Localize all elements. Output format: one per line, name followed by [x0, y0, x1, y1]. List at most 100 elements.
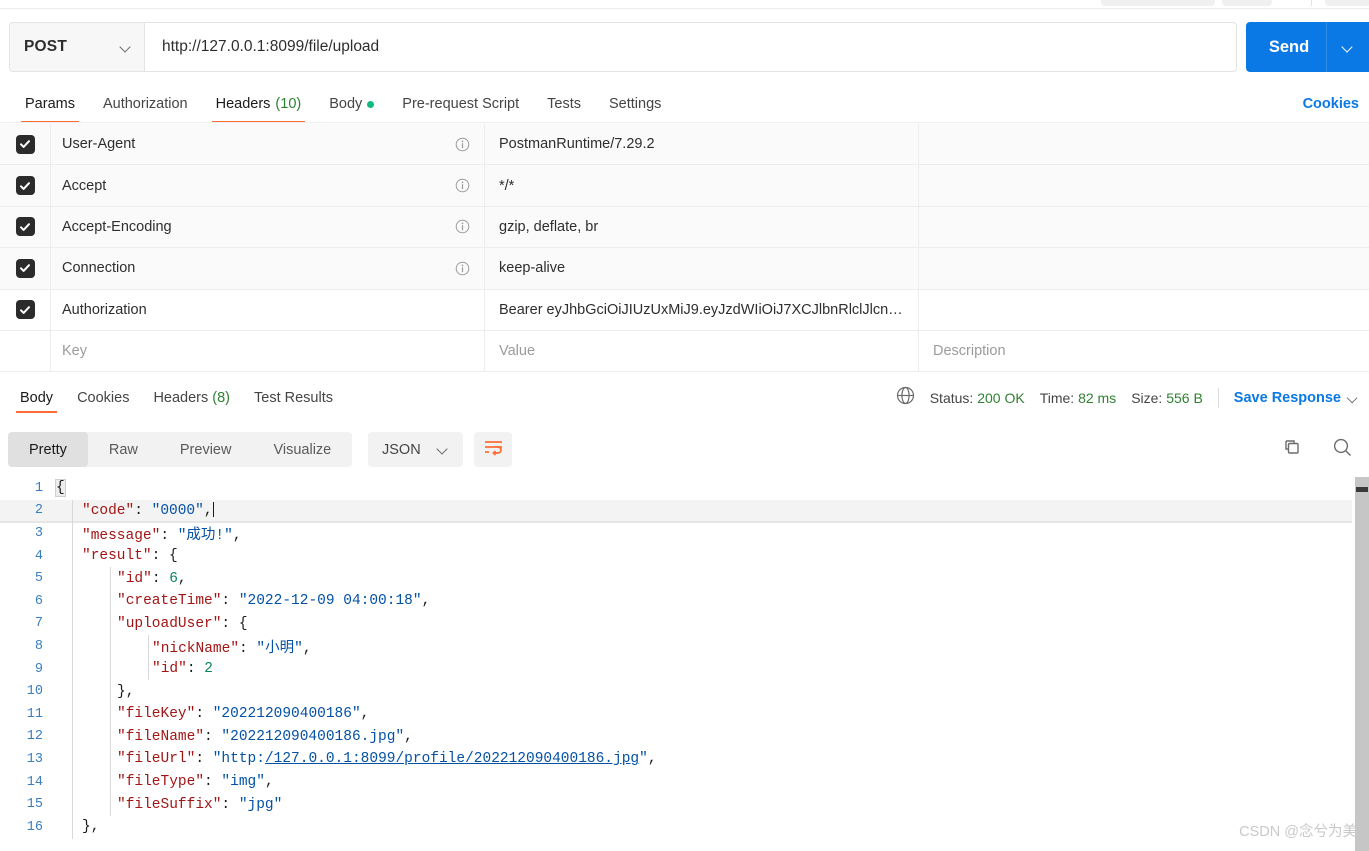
header-key-cell[interactable]: Accept [51, 165, 485, 206]
header-value-cell[interactable]: Bearer eyJhbGciOiJIUzUxMiJ9.eyJzdWIiOiJ7… [485, 289, 919, 330]
tab-pre-request-script[interactable]: Pre-request Script [388, 85, 533, 123]
code-line[interactable]: 8 "nickName": "小明", [0, 635, 1352, 658]
response-tab-cookies[interactable]: Cookies [65, 378, 141, 418]
tab-tests[interactable]: Tests [533, 85, 595, 123]
header-value-cell[interactable]: */* [485, 165, 919, 206]
response-tab-body[interactable]: Body [8, 378, 65, 418]
code-line[interactable]: 16 }, [0, 815, 1352, 839]
new-key-input[interactable]: Key [51, 330, 485, 372]
header-value-cell[interactable]: PostmanRuntime/7.29.2 [485, 124, 919, 165]
code-text: "createTime": "2022-12-09 04:00:18", [117, 593, 431, 610]
response-tab-headers[interactable]: Headers (8) [141, 378, 242, 418]
header-description-cell[interactable] [919, 248, 1369, 288]
code-line[interactable]: 15 "fileSuffix": "jpg" [0, 793, 1352, 816]
code-line[interactable]: 3 "message": "成功!", [0, 522, 1352, 545]
copy-icon[interactable] [1281, 437, 1302, 463]
table-row[interactable]: Accept */* [0, 165, 1369, 207]
info-icon[interactable] [455, 178, 470, 193]
code-token: "img" [221, 774, 265, 791]
request-tabs: Params Authorization Headers (10) Body P… [11, 85, 675, 123]
tab-count: (10) [275, 96, 302, 112]
code-line[interactable]: 2 "code": "0000", [0, 499, 1352, 523]
header-key-cell[interactable]: Authorization [51, 289, 485, 330]
key-placeholder: Key [62, 343, 87, 360]
view-mode-raw[interactable]: Raw [88, 432, 159, 467]
send-button-group[interactable]: Send [1246, 22, 1369, 72]
checkbox-checked-icon[interactable] [15, 134, 35, 154]
code-line[interactable]: 7 "uploadUser": { [0, 612, 1352, 636]
tab-params[interactable]: Params [11, 85, 89, 123]
send-button[interactable]: Send [1246, 38, 1326, 57]
response-tab-test-results[interactable]: Test Results [242, 378, 345, 418]
code-line[interactable]: 5 "id": 6, [0, 567, 1352, 590]
table-row[interactable]: Accept-Encoding gzip, deflate, br [0, 206, 1369, 249]
view-mode-label: Visualize [273, 441, 332, 458]
tab-settings[interactable]: Settings [595, 85, 675, 123]
status-badge: Status: 200 OK [930, 390, 1025, 406]
code-line[interactable]: 9 "id": 2 [0, 657, 1352, 681]
code-line[interactable]: 12 "fileName": "202212090400186.jpg", [0, 725, 1352, 749]
view-mode-visualize[interactable]: Visualize [252, 432, 352, 467]
url-input[interactable]: http://127.0.0.1:8099/file/upload [145, 22, 1237, 72]
scrollbar-thumb[interactable] [1356, 487, 1368, 492]
save-response-button[interactable]: Save Response [1234, 390, 1359, 406]
row-checkbox-cell[interactable] [0, 248, 51, 289]
code-line[interactable]: 13 "fileUrl": "http:/127.0.0.1:8099/prof… [0, 748, 1352, 771]
row-checkbox-cell[interactable] [0, 289, 51, 330]
header-description-cell[interactable] [919, 290, 1369, 330]
code-line[interactable]: 6 "createTime": "2022-12-09 04:00:18", [0, 589, 1352, 613]
code-token: { [55, 479, 66, 498]
row-checkbox-cell[interactable] [0, 165, 51, 206]
checkbox-checked-icon[interactable] [15, 176, 35, 196]
view-mode-pretty[interactable]: Pretty [8, 432, 88, 467]
tab-authorization[interactable]: Authorization [89, 85, 202, 123]
line-number: 3 [34, 525, 43, 541]
view-mode-preview[interactable]: Preview [159, 432, 253, 467]
search-icon[interactable] [1332, 437, 1353, 463]
cookies-link[interactable]: Cookies [1303, 85, 1359, 123]
table-row[interactable]: Authorization Bearer eyJhbGciOiJIUzUxMiJ… [0, 289, 1369, 331]
info-icon[interactable] [455, 219, 470, 234]
response-body-code-viewer[interactable]: 1 { 2 "code": "0000", 3 "message": "成功!"… [0, 477, 1369, 851]
globe-icon[interactable] [896, 386, 915, 410]
tab-label: Pre-request Script [402, 96, 520, 112]
info-icon[interactable] [455, 137, 470, 152]
info-icon[interactable] [455, 261, 470, 276]
vertical-scrollbar[interactable] [1355, 477, 1369, 851]
table-row[interactable]: Connection keep-alive [0, 248, 1369, 290]
code-line[interactable]: 10 }, [0, 680, 1352, 703]
header-key-cell[interactable]: User-Agent [51, 124, 485, 165]
line-number: 5 [34, 571, 43, 587]
new-description-input[interactable]: Description [919, 331, 1369, 371]
header-value-text: Bearer eyJhbGciOiJIUzUxMiJ9.eyJzdWIiOiJ7… [499, 301, 903, 318]
code-line[interactable]: 1 { [0, 477, 1352, 500]
row-checkbox-cell[interactable] [0, 330, 51, 372]
header-description-cell[interactable] [919, 124, 1369, 164]
tab-label: Tests [547, 96, 581, 112]
row-checkbox-cell[interactable] [0, 124, 51, 165]
code-line[interactable]: 4 "result": { [0, 544, 1352, 568]
header-value-cell[interactable]: keep-alive [485, 248, 919, 289]
header-key-cell[interactable]: Accept-Encoding [51, 206, 485, 248]
table-row[interactable]: User-Agent PostmanRuntime/7.29.2 [0, 124, 1369, 166]
header-description-cell[interactable] [919, 165, 1369, 205]
tab-body[interactable]: Body [315, 85, 388, 123]
send-options-button[interactable] [1327, 42, 1369, 53]
wrap-text-button[interactable] [474, 432, 512, 467]
chevron-down-icon [121, 42, 132, 53]
checkbox-checked-icon[interactable] [15, 258, 35, 278]
table-row-new[interactable]: Key Value Description [0, 330, 1369, 373]
header-key-cell[interactable]: Connection [51, 248, 485, 289]
checkbox-checked-icon[interactable] [15, 217, 35, 237]
checkbox-checked-icon[interactable] [15, 300, 35, 320]
header-description-cell[interactable] [919, 207, 1369, 247]
header-value-cell[interactable]: gzip, deflate, br [485, 206, 919, 248]
tab-headers[interactable]: Headers (10) [202, 85, 316, 123]
code-line[interactable]: 14 "fileType": "img", [0, 770, 1352, 794]
file-url-link[interactable]: /127.0.0.1:8099/profile/202212090400186.… [265, 751, 639, 767]
new-value-input[interactable]: Value [485, 330, 919, 372]
format-selector[interactable]: JSON [368, 432, 463, 467]
row-checkbox-cell[interactable] [0, 206, 51, 248]
http-method-selector[interactable]: POST [9, 22, 145, 72]
code-line[interactable]: 11 "fileKey": "202212090400186", [0, 702, 1352, 726]
